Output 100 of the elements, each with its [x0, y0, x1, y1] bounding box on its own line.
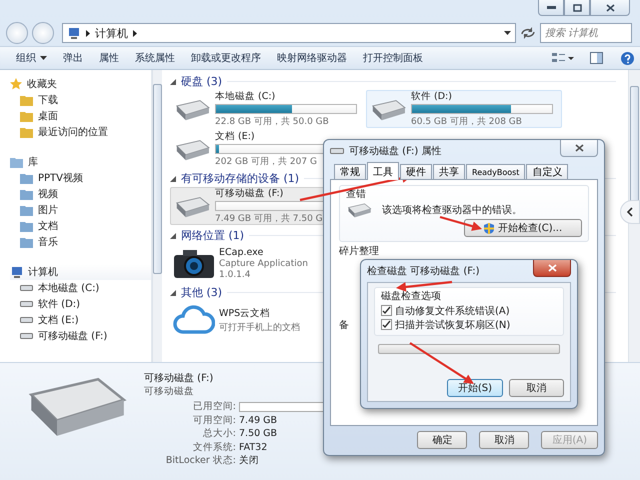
field-value: FAT32 — [239, 442, 268, 453]
nav-section[interactable]: 库 — [28, 155, 38, 169]
app-description: 可打开手机上的文档 — [219, 322, 300, 334]
drive-icon — [346, 201, 372, 219]
chevron-icon — [133, 30, 137, 36]
toolbar-button[interactable]: 弹出 — [59, 49, 91, 67]
drive-icon — [330, 147, 344, 155]
camera-icon — [173, 247, 215, 279]
drive-icon — [20, 316, 33, 324]
check-now-button[interactable]: 开始检查(C)... — [464, 219, 582, 237]
scrollbar[interactable] — [152, 70, 162, 362]
folder-icon — [20, 220, 33, 232]
tab[interactable]: 工具 — [367, 162, 399, 180]
nav-section[interactable]: 计算机 — [28, 265, 58, 279]
close-icon — [574, 144, 584, 152]
preview-pane-icon[interactable] — [590, 52, 603, 64]
group-header[interactable]: 硬盘 (3) — [181, 74, 222, 89]
dialog-button[interactable]: 取消 — [479, 431, 530, 449]
nav-item[interactable]: 桌面 — [38, 109, 58, 123]
maximize-icon — [572, 4, 582, 12]
drive-icon — [20, 300, 33, 308]
close-icon — [606, 4, 614, 12]
nav-item[interactable]: 可移动磁盘 (F:) — [38, 329, 108, 343]
nav-item[interactable]: 文档 (E:) — [38, 313, 79, 327]
drive-space-text: 202 GB 可用，共 207 G — [215, 156, 317, 168]
nav-item[interactable]: 视频 — [38, 187, 58, 201]
close-button[interactable] — [590, 0, 630, 16]
checkbox-label[interactable]: 扫描并尝试恢复坏扇区(N) — [395, 318, 510, 332]
maximize-button[interactable] — [564, 0, 590, 16]
tab[interactable]: 常规 — [334, 164, 366, 180]
group-title: 磁盘检查选项 — [381, 290, 441, 303]
nav-item[interactable]: 软件 (D:) — [38, 297, 80, 311]
checkbox-label[interactable]: 自动修复文件系统错误(A) — [395, 304, 510, 318]
chevron-left-icon — [627, 207, 633, 217]
folder-icon — [20, 110, 33, 122]
view-options-icon[interactable] — [552, 52, 574, 64]
group-header[interactable]: 网络位置 (1) — [181, 228, 244, 243]
group-header[interactable]: 有可移动存储的设备 (1) — [181, 171, 300, 186]
dialog-button[interactable]: 取消 — [509, 379, 564, 397]
toolbar-button[interactable]: 卸载或更改程序 — [187, 49, 269, 67]
group-header[interactable]: 其他 (3) — [181, 285, 222, 300]
drive-space-text: 22.8 GB 可用，共 50.0 GB — [215, 116, 329, 128]
checkbox[interactable] — [381, 319, 392, 330]
drive-tile[interactable]: 本地磁盘 (C:) 22.8 GB 可用，共 50.0 GB — [170, 90, 366, 128]
path-segment[interactable]: 计算机 — [95, 26, 128, 40]
group-title: 备 — [339, 319, 349, 332]
computer-icon — [67, 27, 81, 39]
annotation-arrow — [396, 280, 452, 292]
details-subtitle: 可移动磁盘 — [144, 385, 195, 398]
toolbar-button[interactable]: 映射网络驱动器 — [273, 49, 355, 67]
folder-icon — [20, 126, 33, 138]
nav-item[interactable]: 下载 — [38, 93, 58, 107]
toolbar-button[interactable]: 系统属性 — [131, 49, 183, 67]
annotation-arrow — [409, 342, 474, 384]
dialog-button[interactable]: 确定 — [417, 431, 468, 449]
drive-space-text: 7.49 GB 可用，共 7.50 G — [215, 212, 323, 225]
computer-icon — [10, 266, 23, 278]
toolbar-button[interactable]: 属性 — [95, 49, 127, 67]
drive-name: 可移动磁盘 (F:) — [215, 187, 284, 200]
tab[interactable]: 共享 — [433, 164, 465, 180]
close-button[interactable] — [560, 140, 598, 157]
collapse-icon — [170, 232, 176, 238]
app-description: Capture Application — [219, 258, 308, 268]
caret-icon — [504, 31, 511, 35]
scrollbar[interactable] — [628, 70, 640, 362]
nav-section[interactable]: 收藏夹 — [27, 77, 57, 91]
refresh-icon[interactable] — [520, 26, 536, 40]
tab[interactable]: 硬件 — [400, 164, 432, 180]
toolbar-button[interactable]: 组织 — [12, 49, 55, 67]
nav-item[interactable]: 最近访问的位置 — [38, 125, 108, 139]
nav-item[interactable]: 本地磁盘 (C:) — [38, 281, 100, 295]
folder-icon — [20, 94, 33, 106]
nav-item[interactable]: 音乐 — [38, 235, 58, 249]
group-title: 碎片整理 — [339, 244, 379, 258]
field-label: 文件系统: — [192, 440, 236, 454]
field-label: 总大小: — [202, 427, 236, 440]
field-value: 7.49 GB — [239, 414, 278, 426]
nav-item[interactable]: 图片 — [38, 203, 58, 217]
drive-space-text: 60.5 GB 可用，共 208 GB — [411, 116, 522, 128]
close-icon — [548, 264, 556, 272]
dialog-title: 可移动磁盘 (F:) 属性 — [349, 144, 443, 158]
toolbar-button[interactable]: 打开控制面板 — [359, 49, 431, 67]
search-field[interactable]: 搜索 计算机 — [540, 23, 632, 43]
address-field[interactable]: 计算机 — [62, 23, 516, 43]
dialog-button[interactable]: 开始(S) — [446, 379, 503, 397]
drive-name: 本地磁盘 (C:) — [215, 90, 276, 103]
nav-item[interactable]: PPTV视频 — [38, 171, 84, 185]
app-name: WPS云文档 — [219, 306, 270, 320]
field-label: BitLocker 状态: — [164, 454, 236, 468]
app-description: 1.0.1.4 — [219, 270, 250, 280]
folder-icon — [20, 172, 33, 184]
drive-tile[interactable]: 软件 (D:) 60.5 GB 可用，共 208 GB — [366, 90, 562, 128]
field-value: 关闭 — [239, 454, 260, 468]
checkbox[interactable] — [381, 305, 392, 316]
tab[interactable]: ReadyBoost — [466, 164, 526, 180]
close-button[interactable] — [533, 260, 571, 277]
tab[interactable]: 自定义 — [526, 164, 568, 180]
help-icon[interactable] — [621, 52, 634, 64]
minimize-button[interactable] — [538, 0, 564, 16]
nav-item[interactable]: 文档 — [38, 219, 58, 233]
